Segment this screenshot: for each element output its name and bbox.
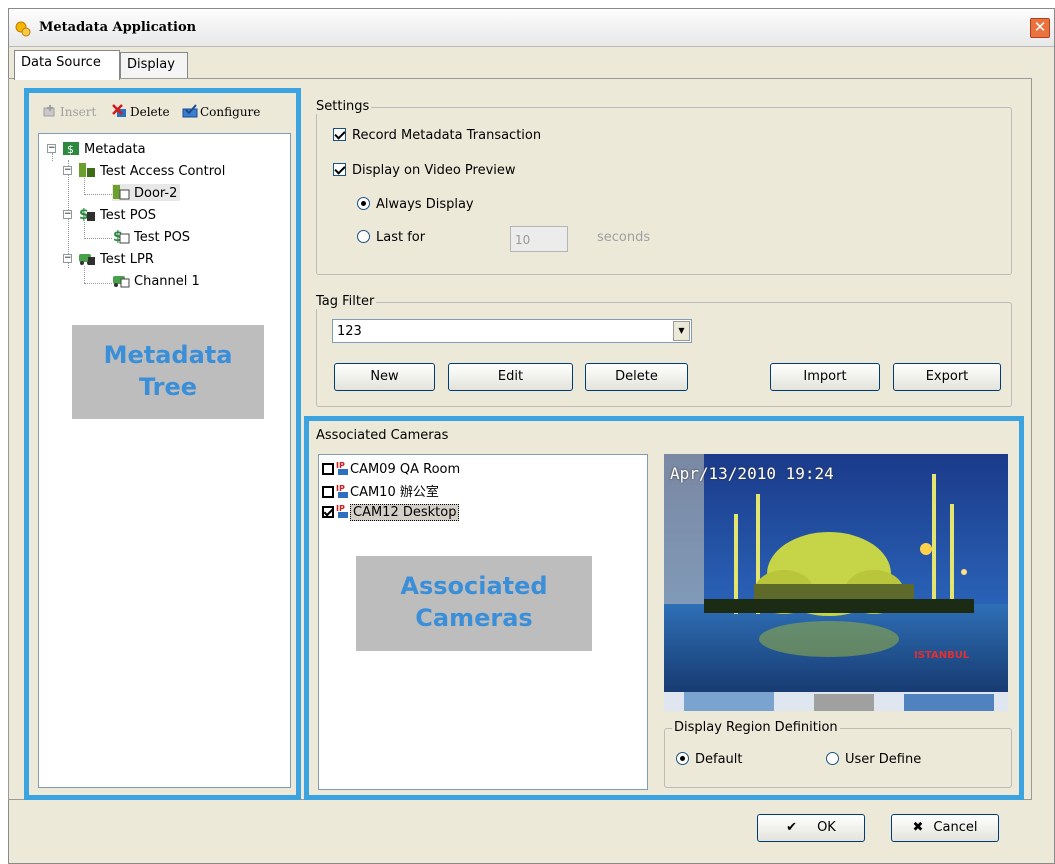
delete-filter-button[interactable]: Delete (585, 363, 688, 391)
close-button[interactable]: ✕ (1030, 18, 1050, 38)
ok-button[interactable]: ✔ OK (757, 814, 865, 842)
check-icon: ✔ (786, 820, 798, 835)
edit-button[interactable]: Edit (448, 363, 573, 391)
record-metadata-checkbox[interactable] (333, 128, 346, 141)
app-icon (15, 21, 31, 37)
tag-filter-select[interactable]: 123 ▼ (332, 319, 692, 343)
cancel-button[interactable]: ✖ Cancel (891, 814, 999, 842)
last-for-option[interactable]: Last for (357, 230, 425, 245)
title-bar[interactable]: Metadata Application ✕ (9, 9, 1054, 47)
import-button[interactable]: Import (770, 363, 880, 391)
new-button[interactable]: New (334, 363, 435, 391)
record-metadata-option[interactable]: Record Metadata Transaction (333, 128, 541, 143)
last-for-seconds-input[interactable]: 10 (510, 226, 568, 252)
tab-data-source[interactable]: Data Source (14, 50, 120, 80)
tab-display[interactable]: Display (120, 52, 188, 78)
settings-title: Settings (314, 99, 372, 114)
chevron-down-icon[interactable]: ▼ (673, 321, 690, 341)
always-display-option[interactable]: Always Display (357, 197, 474, 212)
tag-filter-group (316, 302, 1012, 407)
tag-filter-title: Tag Filter (314, 294, 377, 309)
close-icon: ✕ (1033, 18, 1047, 36)
last-for-radio[interactable] (357, 230, 370, 243)
associated-cameras-annotation: Associated Cameras (356, 556, 592, 651)
seconds-label: seconds (597, 230, 651, 245)
window-title: Metadata Application (39, 20, 197, 35)
metadata-tree-highlight (24, 88, 301, 800)
metadata-tree-annotation: Metadata Tree (72, 325, 264, 419)
display-preview-checkbox[interactable] (333, 163, 346, 176)
close-icon: ✖ (912, 820, 924, 835)
display-preview-option[interactable]: Display on Video Preview (333, 163, 516, 178)
always-display-radio[interactable] (357, 197, 370, 210)
export-button[interactable]: Export (893, 363, 1001, 391)
